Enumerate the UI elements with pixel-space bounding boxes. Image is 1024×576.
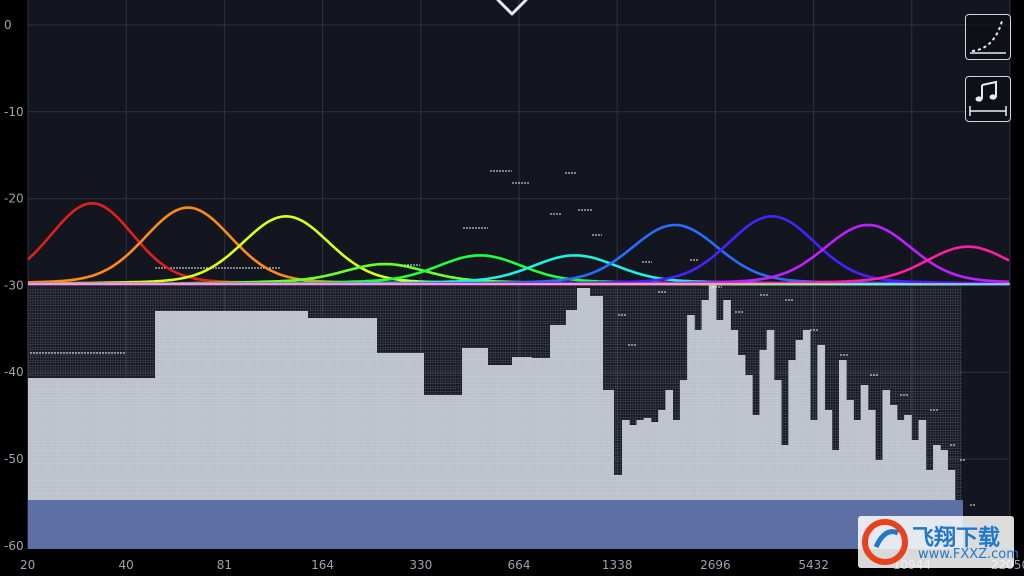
x-axis-label: 5432 [798, 558, 829, 572]
collapse-panel-button[interactable] [492, 0, 532, 20]
chevron-down-icon [496, 0, 528, 16]
noise-floor-band [28, 500, 963, 549]
watermark-logo-icon [862, 519, 908, 565]
x-axis-label: 330 [409, 558, 432, 572]
x-axis-label: 81 [217, 558, 232, 572]
y-axis-label: -60 [4, 539, 24, 553]
y-axis-label: -40 [4, 365, 24, 379]
x-axis-label: 664 [508, 558, 531, 572]
response-curve-icon [970, 20, 1006, 54]
curve-mode-button[interactable] [965, 14, 1011, 60]
x-axis-label: 2696 [700, 558, 731, 572]
y-axis-label: -20 [4, 192, 24, 206]
spectrum-analyzer: 0 -10 -20 -30 -40 -50 -60 20 40 81 164 330 664 1338 2… [0, 0, 1024, 576]
music-note-range-icon [969, 80, 1007, 116]
y-axis-label: -10 [4, 105, 24, 119]
x-axis-label: 40 [119, 558, 134, 572]
x-axis-label: 164 [311, 558, 334, 572]
watermark-subtitle: www.FXXZ.com [918, 547, 1019, 562]
x-axis-label: 20 [20, 558, 35, 572]
x-axis-label: 1338 [602, 558, 633, 572]
y-axis-label: -30 [4, 278, 24, 292]
watermark: 飞翔下载 www.FXXZ.com [858, 516, 1019, 568]
y-axis-label: -50 [4, 452, 24, 466]
range-mode-button[interactable] [965, 76, 1011, 122]
y-axis-label: 0 [4, 18, 12, 32]
